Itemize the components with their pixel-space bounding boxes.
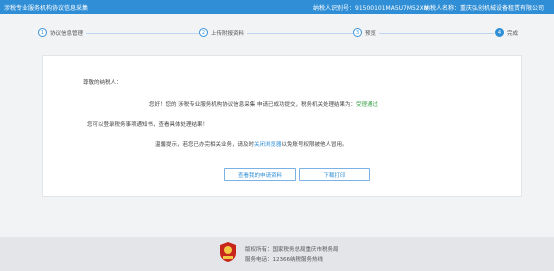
result-card: 尊敬的纳税人： 您好！您的 涉税专业服务机构协议信息采集 申请已成功提交，税务机… bbox=[42, 55, 522, 197]
progress-steps: 1 协议信息管理 2 上传附报资料 3 预览 4 完成 bbox=[0, 26, 554, 40]
download-print-button[interactable]: 下载打印 bbox=[299, 168, 370, 181]
reminder-prefix: 温馨提示，若您已办完相关业务，请及时 bbox=[155, 142, 255, 148]
tax-emblem-icon bbox=[220, 242, 236, 262]
copyright-text: 版权所有：国家税务总局重庆市税务局 bbox=[245, 247, 339, 253]
view-application-button[interactable]: 查看我的申请资料 bbox=[224, 168, 296, 181]
step-complete: 4 完成 bbox=[495, 28, 522, 37]
reminder-text: 温馨提示，若您已办完相关业务，请及时关闭浏览器以免账号权限被他人冒用。 bbox=[155, 140, 348, 148]
reminder-suffix: 以免账号权限被他人冒用。 bbox=[281, 142, 348, 148]
greeting-text: 尊敬的纳税人： bbox=[83, 80, 122, 86]
taxpayer-id: 纳税人识别号：91500101MA5U7M52XN bbox=[313, 5, 429, 12]
top-header-bar: 涉税专业服务机构协议信息采集 纳税人识别号：91500101MA5U7M52XN… bbox=[0, 0, 554, 14]
service-hotline-text: 服务电话：12366纳税服务热线 bbox=[245, 257, 323, 263]
step-number: 3 bbox=[353, 28, 362, 37]
result-prefix: 您好！您的 涉税专业服务机构协议信息采集 申请已成功提交，税务机关处理结果为： bbox=[149, 102, 356, 108]
submission-result-text: 您好！您的 涉税专业服务机构协议信息采集 申请已成功提交，税务机关处理结果为：受… bbox=[149, 100, 378, 108]
close-browser-link[interactable]: 关闭浏览器 bbox=[254, 142, 282, 148]
status-text: 受理通过 bbox=[356, 102, 379, 108]
steps-connector-line bbox=[46, 33, 494, 34]
step-upload-attachments: 2 上传附报资料 bbox=[199, 28, 248, 37]
step-preview: 3 预览 bbox=[353, 28, 380, 37]
step-number: 1 bbox=[38, 28, 47, 37]
taxpayer-name: 纳税人名称：重庆弘创机械设备租赁有限公司 bbox=[424, 5, 545, 12]
step-label: 预览 bbox=[365, 30, 377, 37]
step-label: 协议信息管理 bbox=[50, 30, 84, 37]
page-footer: 版权所有：国家税务总局重庆市税务局 服务电话：12366纳税服务热线 bbox=[0, 237, 554, 271]
notice-text: 您可以登录税务事项通知书，查看具体处理结果！ bbox=[87, 122, 209, 128]
step-label: 上传附报资料 bbox=[211, 30, 245, 37]
app-title: 涉税专业服务机构协议信息采集 bbox=[4, 5, 89, 12]
step-agreement-info: 1 协议信息管理 bbox=[38, 28, 87, 37]
step-number: 2 bbox=[199, 28, 208, 37]
step-label: 完成 bbox=[507, 30, 519, 37]
step-number: 4 bbox=[495, 28, 504, 37]
